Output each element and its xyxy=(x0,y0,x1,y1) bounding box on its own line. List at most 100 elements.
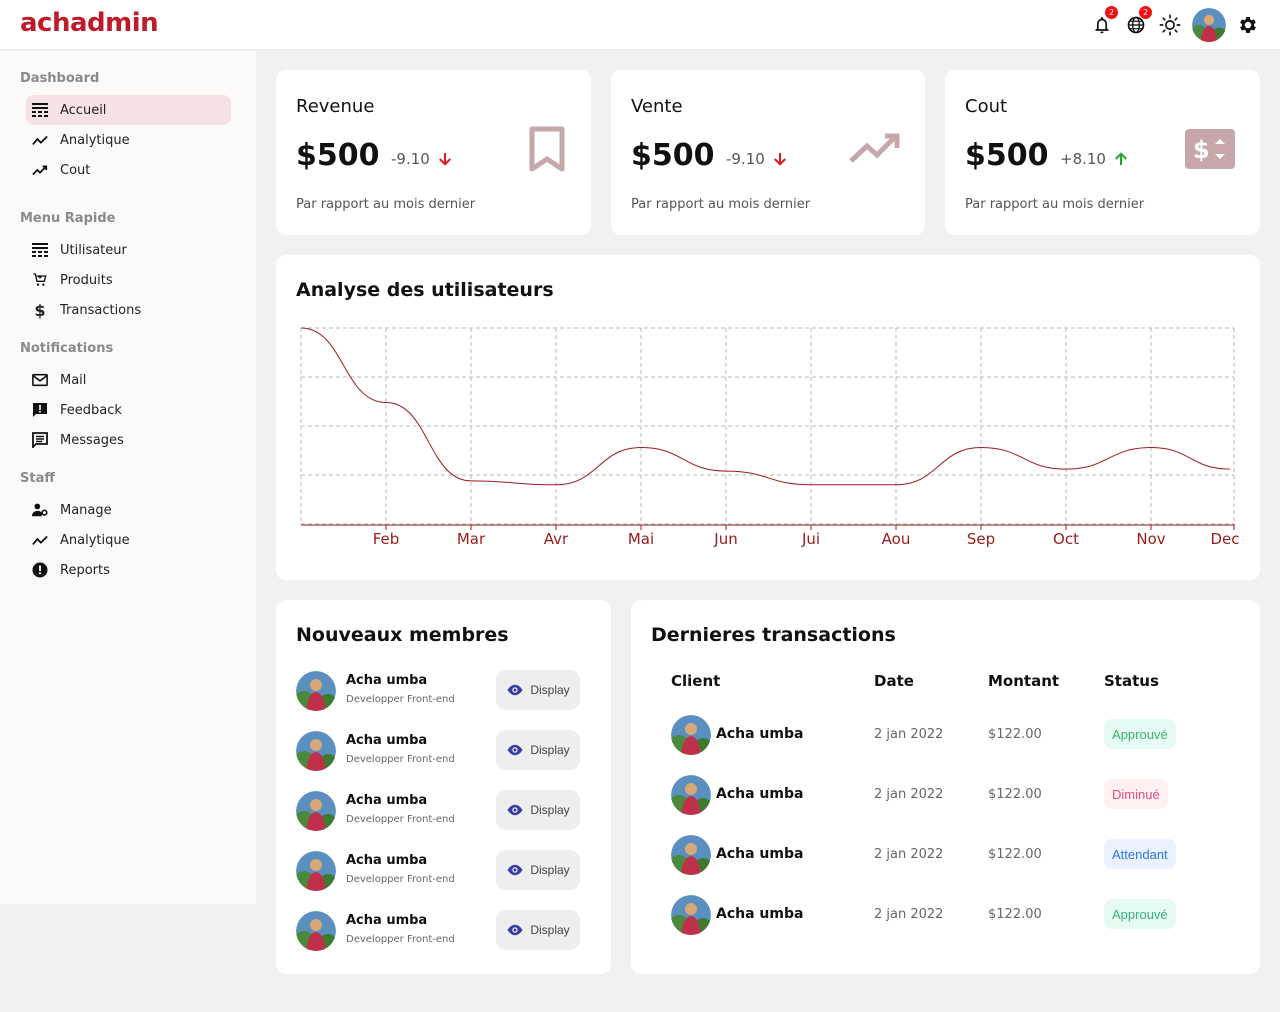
avatar xyxy=(296,851,336,891)
table-icon xyxy=(32,102,48,118)
sidebar-item-analytique[interactable]: Analytique xyxy=(26,125,231,155)
member-name: Acha umba xyxy=(346,793,428,808)
sidebar-item-utilisateur[interactable]: Utilisateur xyxy=(26,235,231,265)
featured-card-revenue: Revenue $500 -9.10 Par rapport au mois d… xyxy=(276,70,591,235)
avatar xyxy=(671,835,711,875)
featured-subtitle: Par rapport au mois dernier xyxy=(965,197,1145,212)
eye-icon xyxy=(507,924,523,936)
language-badge: 2 xyxy=(1139,6,1152,19)
sidebar-item-label: Reports xyxy=(60,562,110,578)
top-bar: achadmin 2 2 xyxy=(0,0,1280,50)
trend-icon xyxy=(32,532,48,548)
sidebar-item-accueil[interactable]: Accueil xyxy=(26,95,231,125)
display-button-label: Display xyxy=(530,803,570,817)
x-tick-label: Jui xyxy=(801,530,820,548)
rate-value: -9.10 xyxy=(726,150,765,168)
arrow-down-icon xyxy=(438,153,451,166)
display-button-label: Display xyxy=(530,863,570,877)
display-button-label: Display xyxy=(530,923,570,937)
avatar xyxy=(296,671,336,711)
sidebar-item-manage[interactable]: Manage xyxy=(26,495,231,525)
app-logo[interactable]: achadmin xyxy=(20,8,159,38)
sidebar-item-label: Messages xyxy=(60,432,124,448)
sidebar-item-reports[interactable]: Reports xyxy=(26,555,231,585)
status-badge[interactable]: Approuvé xyxy=(1104,899,1176,929)
user-avatar[interactable] xyxy=(1192,8,1226,42)
sidebar-item-cout[interactable]: Cout xyxy=(26,155,231,185)
widget-title: Dernieres transactions xyxy=(651,624,896,646)
featured-title: Cout xyxy=(965,96,1008,117)
member-job: Developper Front-end xyxy=(346,874,455,885)
member-name: Acha umba xyxy=(346,853,428,868)
display-button[interactable]: Display xyxy=(496,910,580,950)
dollar-icon: $ xyxy=(34,300,46,320)
member-name: Acha umba xyxy=(346,733,428,748)
x-tick-label: Sep xyxy=(967,530,995,548)
rate-value: +8.10 xyxy=(1060,150,1106,168)
series-line xyxy=(300,327,1231,486)
settings-button[interactable] xyxy=(1236,8,1260,42)
sidebar-item-label: Transactions xyxy=(60,302,142,318)
sidebar-item-feedback[interactable]: Feedback xyxy=(26,395,231,425)
featured-card-vente: Vente $500 -9.10 Par rapport au mois der… xyxy=(611,70,925,235)
bookmark-icon xyxy=(529,126,565,176)
status-badge[interactable]: Attendant xyxy=(1104,839,1176,869)
x-tick-label: Mar xyxy=(457,530,486,548)
sidebar-item-messages[interactable]: Messages xyxy=(26,425,231,455)
sidebar-item-label: Analytique xyxy=(60,132,130,148)
sidebar-item-label: Accueil xyxy=(60,102,107,118)
featured-title: Vente xyxy=(631,96,683,117)
sidebar-item-transactions[interactable]: $ Transactions xyxy=(26,295,231,325)
price-change-icon: $ xyxy=(1185,129,1235,173)
featured-money: $500 xyxy=(631,138,715,173)
member-job: Developper Front-end xyxy=(346,814,455,825)
language-button[interactable]: 2 xyxy=(1124,6,1152,42)
sidebar-item-mail[interactable]: Mail xyxy=(26,365,231,395)
sidebar-section-dashboard: Dashboard xyxy=(20,71,100,86)
cart-icon xyxy=(32,272,48,288)
status-badge[interactable]: Approuvé xyxy=(1104,719,1176,749)
theme-toggle[interactable] xyxy=(1158,8,1182,42)
client-name: Acha umba xyxy=(716,846,804,862)
message-icon xyxy=(32,432,48,448)
avatar xyxy=(671,775,711,815)
trending-up-icon xyxy=(32,162,48,178)
transaction-amount: $122.00 xyxy=(988,907,1042,922)
transaction-amount: $122.00 xyxy=(988,847,1042,862)
featured-subtitle: Par rapport au mois dernier xyxy=(631,197,811,212)
display-button[interactable]: Display xyxy=(496,730,580,770)
transaction-date: 2 jan 2022 xyxy=(874,727,944,742)
featured-rate: -9.10 xyxy=(726,150,789,168)
display-button[interactable]: Display xyxy=(496,790,580,830)
display-button[interactable]: Display xyxy=(496,670,580,710)
sidebar-item-label: Feedback xyxy=(60,402,122,418)
x-tick-label: Dec xyxy=(1210,530,1239,548)
featured-title: Revenue xyxy=(296,96,375,117)
mail-icon xyxy=(32,372,48,388)
notifications-button[interactable]: 2 xyxy=(1090,6,1118,42)
member-job: Developper Front-end xyxy=(346,934,455,945)
client-name: Acha umba xyxy=(716,906,804,922)
x-tick-label: Jun xyxy=(713,530,737,548)
display-button-label: Display xyxy=(530,683,570,697)
display-button-label: Display xyxy=(530,743,570,757)
eye-icon xyxy=(507,684,523,696)
sidebar-item-produits[interactable]: Produits xyxy=(26,265,231,295)
display-button[interactable]: Display xyxy=(496,850,580,890)
client-name: Acha umba xyxy=(716,726,804,742)
member-item: Acha umba Developper Front-end Display xyxy=(296,670,580,712)
member-item: Acha umba Developper Front-end Display xyxy=(296,730,580,772)
member-job: Developper Front-end xyxy=(346,694,455,705)
status-badge[interactable]: Diminué xyxy=(1104,779,1168,809)
widget-title: Nouveaux membres xyxy=(296,624,509,646)
table-header-date: Date xyxy=(874,672,914,690)
featured-money: $500 xyxy=(965,138,1049,173)
report-icon xyxy=(32,562,48,578)
transaction-amount: $122.00 xyxy=(988,727,1042,742)
transactions-widget: Dernieres transactions Client Date Monta… xyxy=(631,600,1260,974)
featured-money: $500 xyxy=(296,138,380,173)
x-tick-label: Nov xyxy=(1136,530,1165,548)
top-icons: 2 2 xyxy=(1090,6,1260,42)
sidebar-item-staff-analytique[interactable]: Analytique xyxy=(26,525,231,555)
member-item: Acha umba Developper Front-end Display xyxy=(296,790,580,832)
